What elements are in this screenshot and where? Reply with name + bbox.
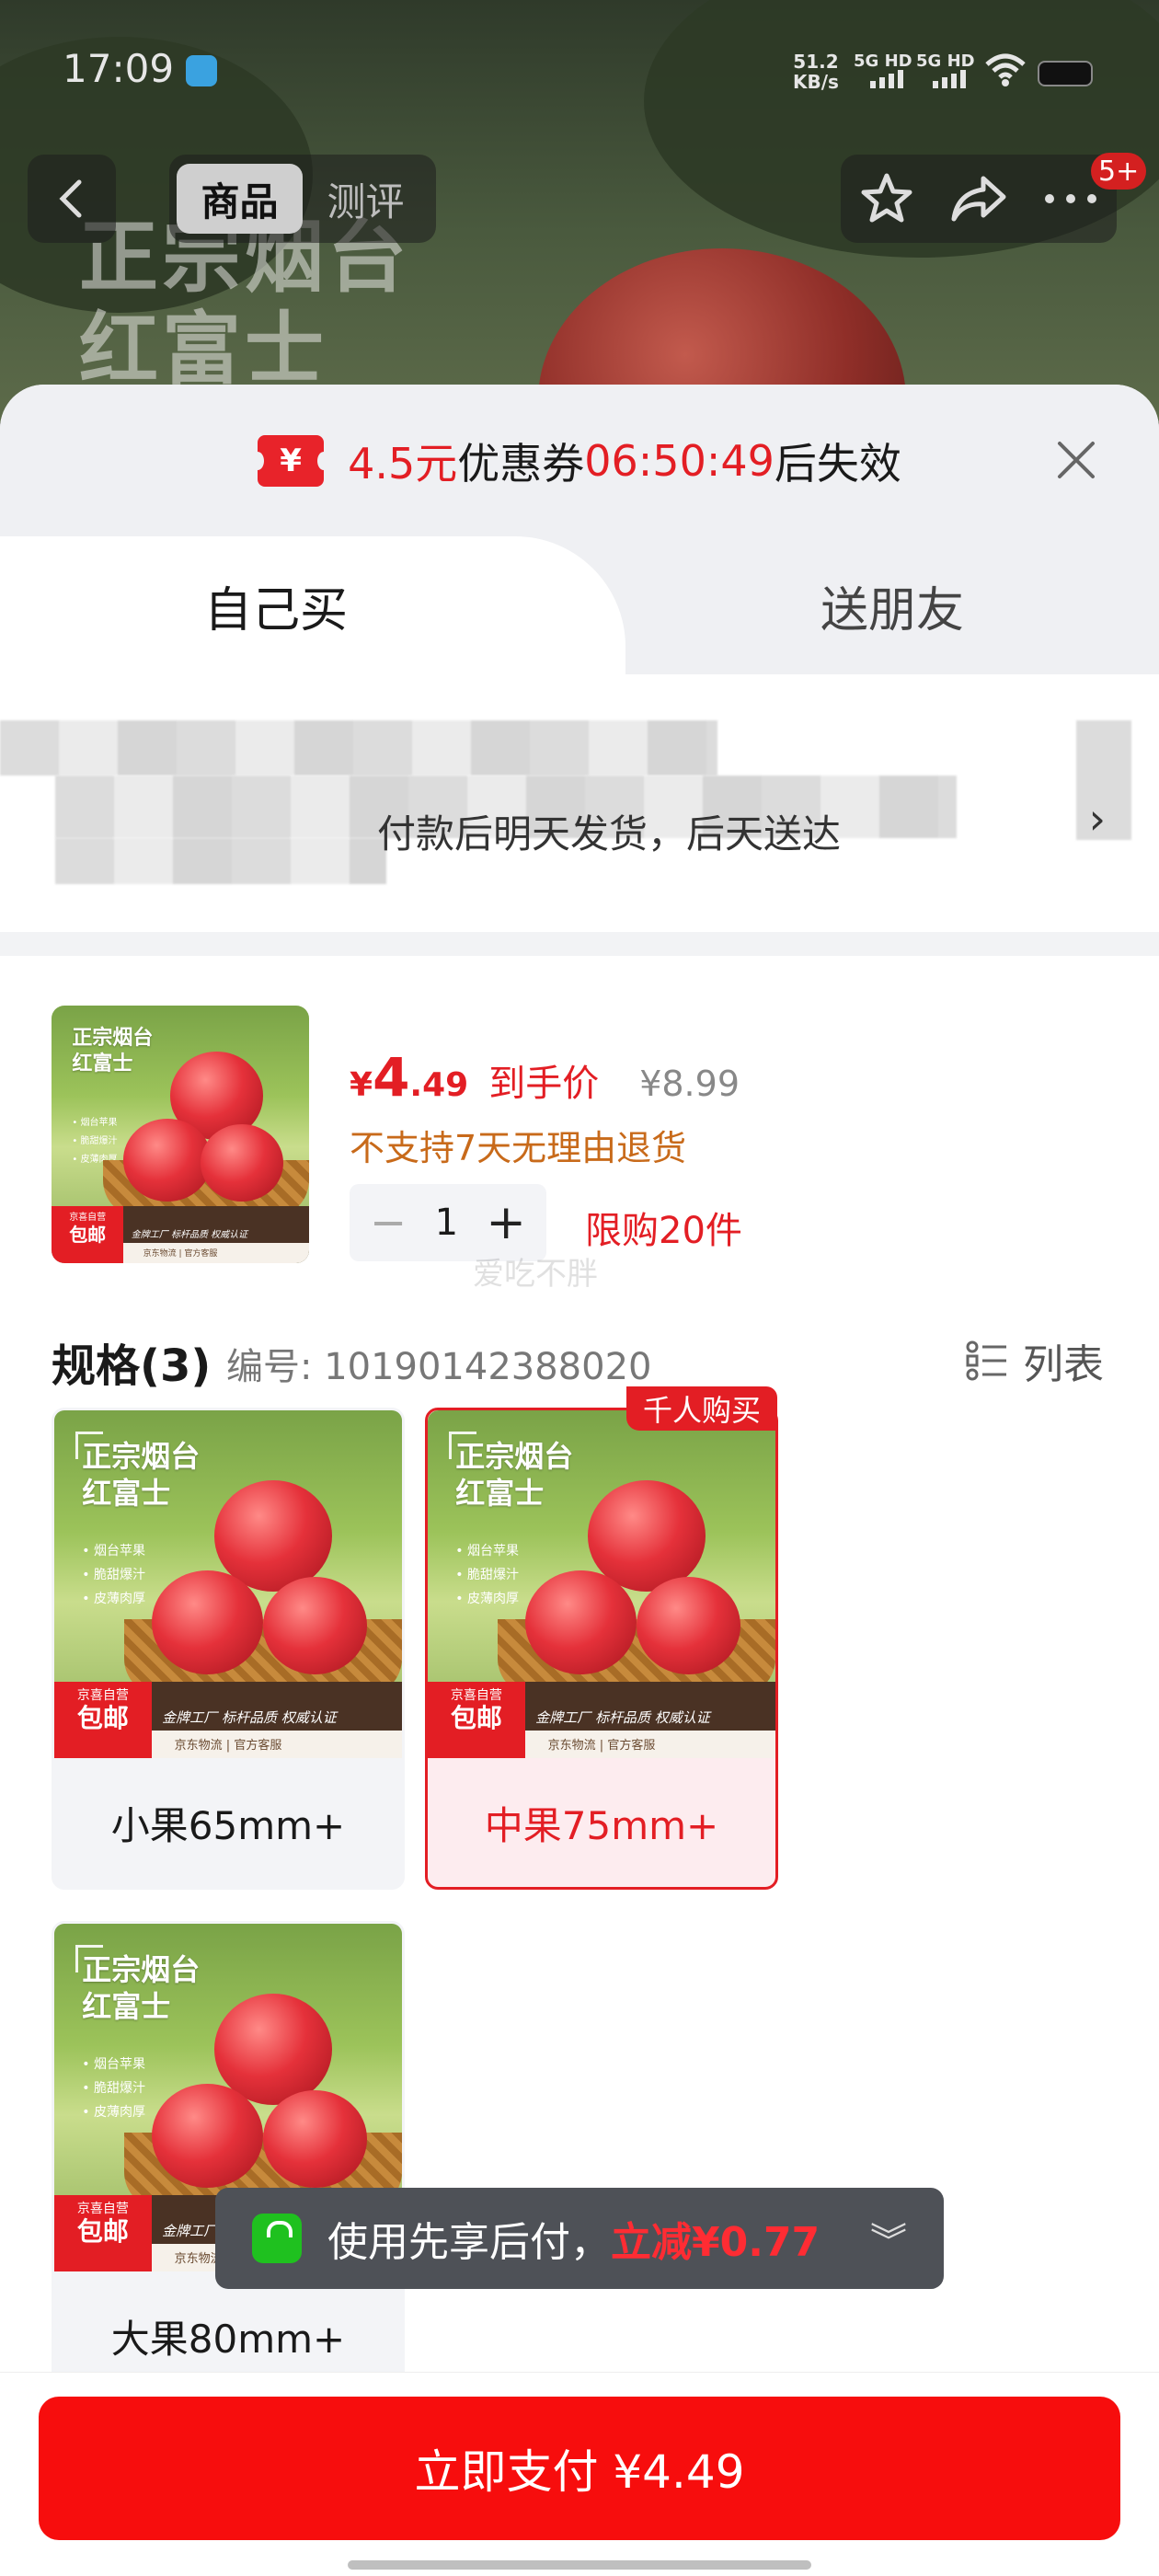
pay-now-button[interactable]: 立即支付 ¥4.49 (39, 2397, 1120, 2540)
chevron-left-icon (59, 179, 82, 218)
app-notification-icon (186, 55, 217, 86)
tab-send-to-friend[interactable]: 送朋友 (625, 536, 1159, 674)
spec-header: 规格(3) 编号: 10190142388020 列表 (0, 1305, 1159, 1407)
decrease-button[interactable]: − (370, 1197, 407, 1248)
spec-option-medium[interactable]: 千人购买 正宗烟台 红富士 • 烟台苹果 • 脆甜爆汁 • 皮薄肉厚 京东物流 | 官… (425, 1386, 778, 1890)
close-icon[interactable] (1050, 434, 1102, 486)
bottom-bar: 立即支付 ¥4.49 (0, 2372, 1159, 2576)
product-thumbnail: 正宗烟台 红富士 • 烟台苹果 • 脆甜爆汁 • 皮薄肉厚 京东物流 | 官方客服 京… (52, 1006, 309, 1263)
coupon-banner: ¥ 4.5元 优惠券 06:50:49 后失效 (0, 385, 1159, 536)
share-icon[interactable] (950, 173, 1007, 224)
list-view-label: 列表 (1023, 1341, 1104, 1388)
net-speed: 51.2 KB/s (793, 51, 839, 93)
price-final: ¥4.49 (350, 1046, 469, 1109)
return-policy: 不支持7天无理由退货 (350, 1128, 687, 1168)
star-icon[interactable] (858, 171, 915, 226)
pay-later-toast[interactable]: 使用先享后付， 立减¥0.77 ︾ (215, 2188, 944, 2289)
sim1-signal-icon (870, 70, 903, 88)
wifi-icon (985, 53, 1026, 86)
battery-icon (1038, 61, 1093, 86)
coupon-expire-text: 后失效 (774, 438, 901, 489)
purchase-limit: 限购20件 (585, 1210, 742, 1252)
section-divider (0, 932, 1159, 956)
price-line: ¥4.49 到手价 ¥8.99 (350, 1046, 740, 1109)
hot-badge: 千人购买 (625, 1386, 777, 1431)
spec-title: 规格(3) (52, 1340, 212, 1392)
original-price: ¥8.99 (639, 1064, 740, 1104)
spec-number: 编号: 10190142388020 (226, 1346, 652, 1388)
toast-discount: 立减¥0.77 (611, 2219, 820, 2266)
spec-option-small[interactable]: 正宗烟台 红富士 • 烟台苹果 • 脆甜爆汁 • 皮薄肉厚 京东物流 | 官方客服 京… (52, 1408, 405, 1890)
tab-review[interactable]: 测评 (303, 164, 429, 234)
coupon-text: 优惠券 (457, 438, 585, 489)
status-bar: 17:09 51.2 KB/s 5G HD 5G HD (0, 0, 1159, 138)
spec-option-label: 中果75mm+ (484, 1802, 719, 1848)
spec-option-image: 正宗烟台红富士 • 烟台苹果• 脆甜爆汁• 皮薄肉厚 京东物流 | 官方客服 京… (54, 1410, 402, 1758)
back-button[interactable] (28, 155, 116, 243)
spec-option-large[interactable]: 正宗烟台红富士 • 烟台苹果• 脆甜爆汁• 皮薄肉厚 京东物流 | 官方客服 京… (52, 1921, 405, 2403)
more-icon[interactable] (1042, 190, 1099, 208)
nav-actions (841, 155, 1117, 243)
list-icon (966, 1340, 1006, 1381)
coupon-amount: 4.5元 (348, 438, 458, 489)
address-redacted (0, 720, 717, 776)
increase-button[interactable]: + (486, 1195, 526, 1250)
watermark: 爱吃不胖 (473, 1256, 598, 1293)
spec-option-image: 正宗烟台红富士 • 烟台苹果• 脆甜爆汁• 皮薄肉厚 京东物流 | 官方客服 京… (428, 1410, 775, 1758)
shopping-bag-icon (252, 2214, 302, 2263)
chevron-right-icon: › (1088, 794, 1106, 844)
status-time: 17:09 (63, 46, 175, 91)
home-indicator[interactable] (348, 2560, 811, 2570)
coupon-countdown: 06:50:49 (584, 435, 775, 486)
background-product-page: 正宗烟台 红富士 17:09 51.2 KB/s 5G HD 5G HD 商品 … (0, 0, 1159, 423)
message-badge: 5+ (1091, 153, 1147, 190)
quantity-value: 1 (434, 1202, 459, 1244)
price-tag: 到手价 (488, 1063, 600, 1105)
purchase-tabs: 自己买 送朋友 (0, 536, 1159, 674)
delivery-estimate: 付款后明天发货，后天送达 (377, 811, 842, 857)
tab-buy-for-self[interactable]: 自己买 (0, 536, 625, 674)
list-view-toggle[interactable]: 列表 (966, 1331, 1104, 1390)
address-row[interactable]: 付款后明天发货，后天送达 › (0, 674, 1159, 932)
tab-product[interactable]: 商品 (177, 164, 303, 234)
spec-option-label: 小果65mm+ (110, 1802, 346, 1848)
coupon-icon: ¥ (251, 434, 331, 487)
nav-tabs: 商品 测评 (169, 155, 436, 243)
address-redacted (55, 838, 386, 884)
sim1-label: 5G HD (854, 52, 912, 71)
toast-text: 使用先享后付， (327, 2219, 611, 2266)
sim2-label: 5G HD (916, 52, 975, 71)
product-summary: 正宗烟台 红富士 • 烟台苹果 • 脆甜爆汁 • 皮薄肉厚 京东物流 | 官方客服 京… (0, 956, 1159, 1305)
sim2-signal-icon (933, 70, 966, 88)
chevron-double-down-icon[interactable]: ︾ (870, 2212, 907, 2265)
